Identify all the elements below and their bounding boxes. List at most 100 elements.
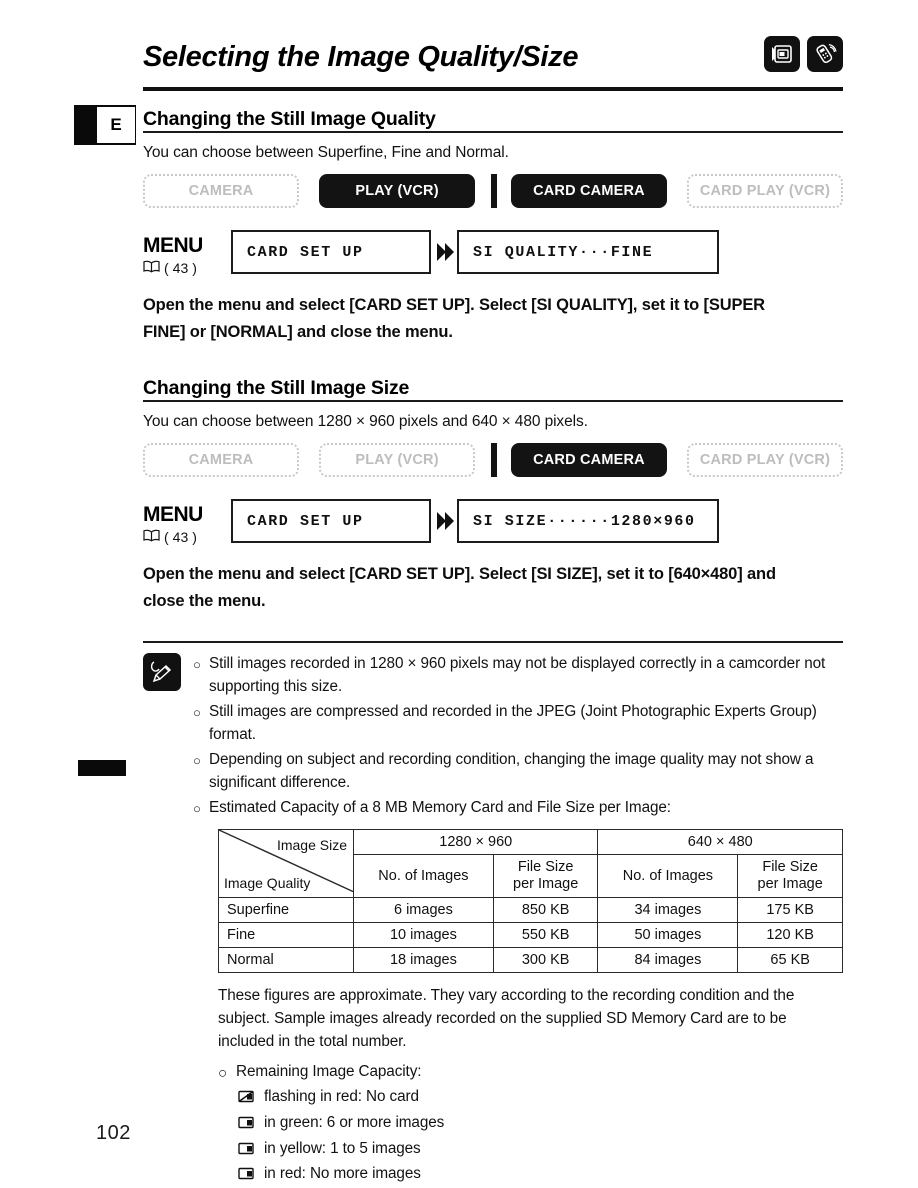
instruction-quality: Open the menu and select [CARD SET UP]. … (143, 296, 765, 341)
menu-row-quality: MENU (43) CARD SET UP SI QUALITY···FINE (143, 230, 843, 276)
section1-lead: You can choose between Superfine, Fine a… (143, 144, 509, 161)
notes-block: ○ Still images recorded in 1280 × 960 pi… (143, 652, 843, 822)
menu-ref-s1: (43) (143, 260, 231, 276)
page-title-row: Selecting the Image Quality/Size (143, 34, 843, 86)
section-heading-size-text: Changing the Still Image Size (143, 377, 415, 401)
remote-control-icon (807, 36, 843, 72)
title-icon-group (764, 36, 843, 72)
table-cell-quality: Fine (218, 921, 354, 948)
table-cell-s1: 550 KB (492, 921, 599, 948)
double-arrow-right-icon (431, 499, 457, 543)
table-subheader-filesize-640: File Size per Image (737, 854, 843, 898)
mode-card-play-vcr-s1[interactable]: CARD PLAY (VCR) (686, 174, 844, 208)
table-corner-bottom-label: Image Quality (224, 874, 311, 891)
note-item: ○ Still images recorded in 1280 × 960 pi… (193, 653, 843, 699)
capacity-table-wrap: Image Size Image Quality 1280 × 960 640 … (218, 829, 843, 973)
table-cell-n1: 6 images (353, 896, 494, 923)
mode-row-size: CAMERA PLAY (VCR) CARD CAMERA CARD PLAY … (143, 443, 843, 478)
capacity-item: in red: No more images (238, 1162, 843, 1188)
section-heading-size: Changing the Still Image Size (143, 377, 843, 404)
mode-camera-s2[interactable]: CAMERA (143, 443, 300, 478)
menu-ref-number-s2: 43 (172, 529, 189, 546)
table-cell-s1: 850 KB (492, 896, 599, 923)
table-cell-s2: 120 KB (737, 921, 843, 948)
note-text: Still images are compressed and recorded… (209, 702, 817, 743)
capacity-item-text: in red: No more images (264, 1165, 421, 1183)
lcd-card-set-up-s2: CARD SET UP (231, 499, 431, 544)
page-title: Selecting the Image Quality/Size (143, 41, 579, 73)
table-group-640: 640 × 480 (597, 829, 843, 856)
menu-word-s1: MENU (143, 234, 203, 257)
menu-ref-s2: (43) (143, 529, 231, 545)
title-rule (143, 87, 843, 92)
table-row: Fine 10 images 550 KB 50 images 120 KB (218, 921, 843, 948)
table-cell-quality: Normal (218, 946, 354, 973)
table-corner-cell: Image Size Image Quality (218, 829, 354, 898)
notes-list: ○ Still images recorded in 1280 × 960 pi… (193, 653, 843, 822)
capacity-item-text: flashing in red: No card (264, 1088, 419, 1106)
mode-camera-s1[interactable]: CAMERA (143, 174, 300, 208)
mode-card-camera-s1[interactable]: CARD CAMERA (510, 174, 667, 208)
note-text: Still images recorded in 1280 × 960 pixe… (209, 654, 826, 695)
capacity-item: in yellow: 1 to 5 images (238, 1137, 843, 1163)
language-tab-label: E (97, 107, 135, 143)
page-number: 102 (96, 1122, 131, 1144)
card-icon (238, 1137, 264, 1163)
table-cell-n1: 18 images (353, 946, 494, 973)
open-book-icon (143, 529, 160, 545)
menu-ref-close-s1: ) (192, 260, 197, 276)
circle-bullet-icon: ○ (193, 800, 201, 816)
no-card-icon (238, 1085, 264, 1111)
mode-card-camera-s2[interactable]: CARD CAMERA (510, 443, 667, 478)
capacity-table: Image Size Image Quality 1280 × 960 640 … (218, 829, 843, 973)
circle-bullet-icon: ○ (193, 752, 201, 768)
table-subheader-text: No. of Images (378, 867, 469, 884)
notes-divider (143, 640, 843, 643)
open-book-icon (143, 260, 160, 276)
mode-card-play-vcr-s2[interactable]: CARD PLAY (VCR) (686, 443, 843, 478)
capacity-item-text: in yellow: 1 to 5 images (264, 1139, 421, 1157)
table-subheader-count-640: No. of Images (597, 854, 739, 898)
double-arrow-right-icon (431, 230, 457, 274)
manual-page: E Using a Memory Card 102 Selecting the … (0, 0, 918, 1188)
capacity-title-row: ○ Remaining Image Capacity: (218, 1060, 843, 1086)
section-heading-quality: Changing the Still Image Quality (143, 108, 843, 135)
menu-ref-close-s2: ) (192, 529, 197, 546)
table-cell-s2: 175 KB (737, 896, 843, 923)
table-footnote: These figures are approximate. They vary… (218, 986, 795, 1050)
capacity-item-text: in green: 6 or more images (264, 1114, 445, 1131)
table-cell-s1: 300 KB (492, 946, 599, 973)
table-subheader-text: No. of Images (622, 867, 714, 884)
capacity-item: in green: 6 or more images (238, 1111, 843, 1137)
lcd-si-quality-s1: SI QUALITY···FINE (457, 230, 719, 274)
section-heading-quality-text: Changing the Still Image Quality (143, 108, 441, 131)
memory-card-camcorder-icon (764, 36, 800, 72)
note-item: ○ Depending on subject and recording con… (193, 749, 843, 795)
note-item: ○ Estimated Capacity of a 8 MB Memory Ca… (193, 797, 843, 820)
instruction-size: Open the menu and select [CARD SET UP]. … (143, 565, 776, 611)
mode-play-vcr-s1[interactable]: PLAY (VCR) (319, 174, 476, 208)
mode-divider-s2 (491, 443, 497, 478)
table-subheader-text: File Size (762, 859, 818, 876)
section2-lead: You can choose between 1280 × 960 pixels… (143, 413, 588, 431)
card-icon (238, 1111, 264, 1137)
table-cell-n1: 10 images (353, 921, 494, 948)
lcd-card-set-up-s1: CARD SET UP (231, 230, 431, 274)
menu-label-s1: MENU (43) (143, 230, 231, 276)
table-cell-quality: Superfine (218, 896, 354, 923)
mode-play-vcr-s2[interactable]: PLAY (VCR) (319, 443, 476, 478)
table-subheader-count-1280: No. of Images (353, 854, 494, 898)
lcd-si-size-s2: SI SIZE······1280×960 (457, 499, 719, 544)
table-row: Normal 18 images 300 KB 84 images 65 KB (218, 946, 843, 973)
table-subheader-text: File Size (517, 859, 574, 876)
table-header-row-1: Image Size Image Quality 1280 × 960 640 … (218, 829, 843, 898)
table-row: Superfine 6 images 850 KB 34 images 175 … (218, 896, 843, 923)
menu-word-s2: MENU (143, 503, 203, 527)
capacity-block: ○ Remaining Image Capacity: flashing in … (218, 1060, 843, 1188)
menu-label-s2: MENU (43) (143, 499, 231, 545)
pencil-note-icon (143, 652, 181, 691)
note-text: Depending on subject and recording condi… (209, 750, 814, 791)
circle-bullet-icon: ○ (193, 704, 201, 720)
side-marker-bar (78, 760, 126, 776)
menu-row-size: MENU (43) CARD SET UP SI SIZE······1280×… (143, 499, 843, 545)
